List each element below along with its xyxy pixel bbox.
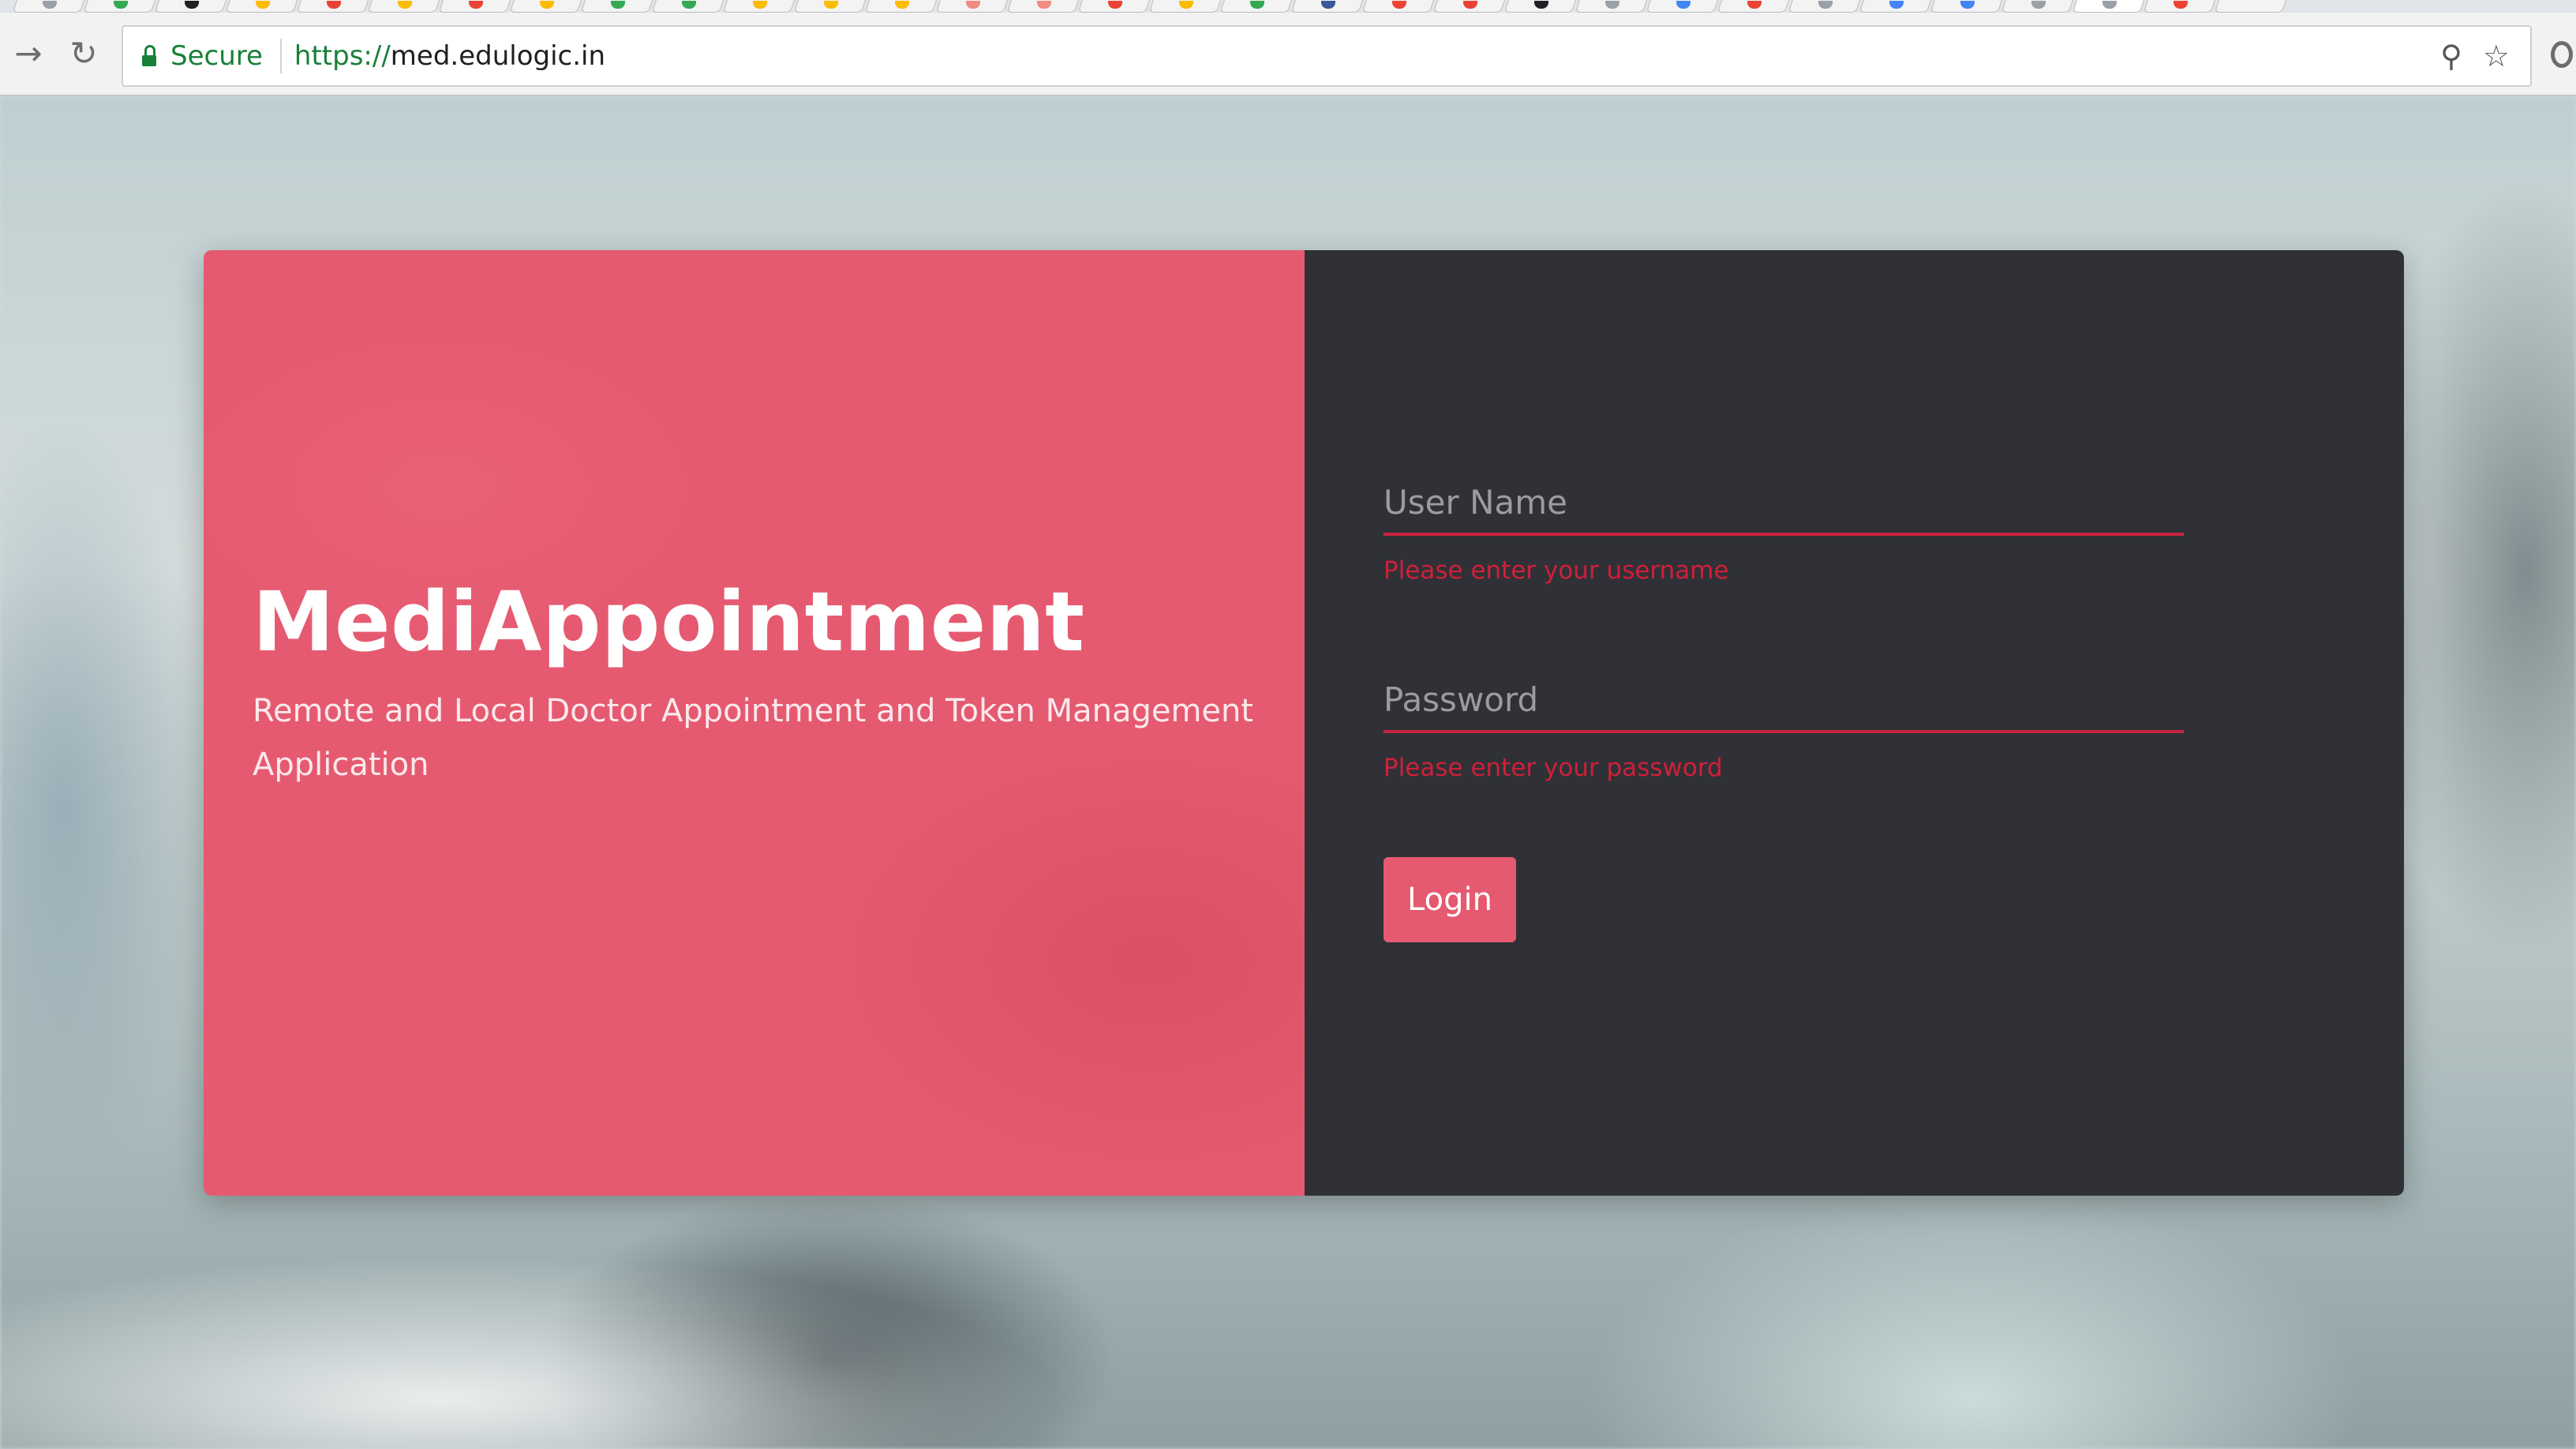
browser-tab[interactable] [1006, 0, 1082, 13]
browser-tab[interactable] [1646, 0, 1721, 13]
omnibox-actions: ⚲ ☆ [2440, 41, 2530, 71]
lock-icon [142, 45, 156, 66]
brand-panel: MediAppointment Remote and Local Doctor … [204, 250, 1305, 1196]
browser-toolbar: → ↻ Secure https://med.edulogic.in ⚲ ☆ [0, 13, 2576, 96]
username-input[interactable] [1383, 483, 2184, 536]
login-form-panel: Please enter your username Please enter … [1305, 250, 2404, 1196]
url-text[interactable]: https://med.edulogic.in [294, 40, 605, 72]
address-separator [279, 39, 282, 73]
back-arrow-icon[interactable]: → [8, 33, 49, 74]
browser-tab[interactable] [793, 0, 869, 13]
browser-tab[interactable] [864, 0, 940, 13]
browser-tab[interactable] [722, 0, 798, 13]
browser-tab[interactable] [1290, 0, 1366, 13]
browser-tab[interactable] [580, 0, 656, 13]
browser-tab[interactable] [83, 0, 159, 13]
star-icon[interactable]: ☆ [2483, 41, 2510, 71]
login-card: MediAppointment Remote and Local Doctor … [204, 250, 2404, 1196]
login-button[interactable]: Login [1383, 857, 1516, 942]
password-input[interactable] [1383, 680, 2184, 733]
password-field-group: Please enter your password [1383, 680, 2184, 782]
extension-icon[interactable] [2551, 41, 2573, 68]
reload-icon[interactable]: ↻ [63, 33, 104, 74]
browser-tab[interactable] [1432, 0, 1508, 13]
tab-strip [0, 0, 2576, 13]
browser-tab[interactable] [154, 0, 230, 13]
browser-tab[interactable] [1930, 0, 2005, 13]
secure-label: Secure [170, 40, 263, 72]
browser-tab[interactable] [1574, 0, 1650, 13]
browser-tab[interactable] [1859, 0, 1934, 13]
browser-tab[interactable] [438, 0, 514, 13]
key-icon[interactable]: ⚲ [2440, 41, 2462, 71]
browser-tab[interactable] [509, 0, 585, 13]
url-host: med.edulogic.in [390, 40, 606, 72]
new-tab-button[interactable] [2214, 0, 2290, 13]
password-error: Please enter your password [1383, 754, 1723, 782]
browser-tab[interactable] [225, 0, 301, 13]
browser-tab[interactable] [12, 0, 88, 13]
browser-tab[interactable] [2001, 0, 2076, 13]
username-error: Please enter your username [1383, 556, 1729, 585]
browser-tab[interactable] [651, 0, 727, 13]
browser-tab-active[interactable] [2072, 0, 2147, 13]
browser-tab[interactable] [935, 0, 1011, 13]
browser-tab[interactable] [1148, 0, 1224, 13]
app-title: MediAppointment [253, 574, 1085, 670]
app-subtitle: Remote and Local Doctor Appointment and … [253, 693, 1254, 783]
browser-tab[interactable] [296, 0, 372, 13]
browser-tab[interactable] [2143, 0, 2218, 13]
browser-tab[interactable] [1361, 0, 1437, 13]
username-field-group: Please enter your username [1383, 483, 2184, 585]
browser-tab[interactable] [367, 0, 443, 13]
address-bar[interactable]: Secure https://med.edulogic.in ⚲ ☆ [122, 25, 2532, 87]
browser-tab[interactable] [1788, 0, 1863, 13]
url-scheme: https:// [294, 40, 391, 72]
browser-tab[interactable] [1717, 0, 1792, 13]
browser-tab[interactable] [1219, 0, 1295, 13]
browser-tab[interactable] [1503, 0, 1579, 13]
browser-tab[interactable] [1077, 0, 1153, 13]
